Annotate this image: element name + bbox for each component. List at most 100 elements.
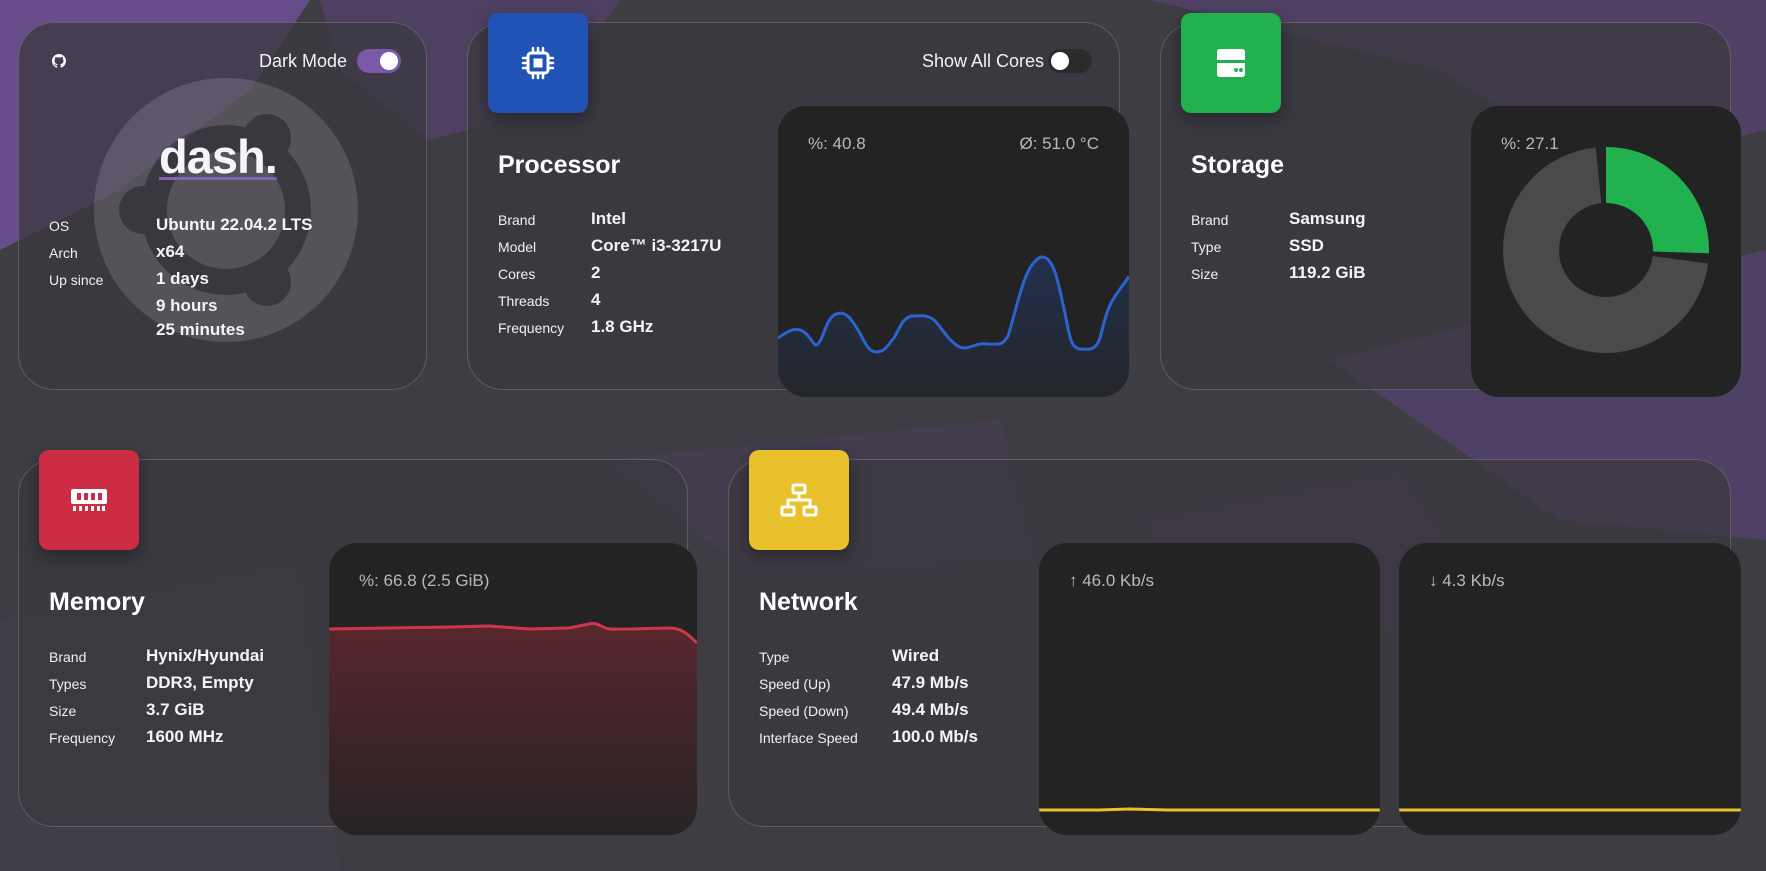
info-row-cores: Cores 2 <box>498 263 721 290</box>
info-row-size: Size 3.7 GiB <box>49 700 264 727</box>
ram-icon <box>71 489 107 511</box>
info-value: 2 <box>591 263 601 282</box>
uptime-minutes-value: 25 minutes <box>156 320 245 339</box>
dash-info: OS Ubuntu 22.04.2 LTS Arch x64 Up since 1 d… <box>49 215 313 347</box>
info-label: Size <box>49 703 77 719</box>
info-row-brand: Brand Intel <box>498 209 721 236</box>
info-label: Size <box>1191 266 1219 282</box>
network-info: Type Wired Speed (Up) 47.9 Mb/s Speed (Dow… <box>759 646 978 754</box>
info-row-arch: Arch x64 <box>49 242 313 269</box>
info-value: 3.7 GiB <box>146 700 205 719</box>
info-label: Interface Speed <box>759 730 858 746</box>
info-value: DDR3, Empty <box>146 673 254 692</box>
info-label: Model <box>498 239 537 255</box>
download-line-graph <box>1399 808 1741 812</box>
uptime-minutes: 25 minutes <box>49 320 313 347</box>
cpu-line-graph <box>778 255 1129 397</box>
storage-donut <box>1503 147 1709 353</box>
info-row-speed-up: Speed (Up) 47.9 Mb/s <box>759 673 978 700</box>
info-row-brand: Brand Samsung <box>1191 209 1366 236</box>
processor-icon-tile <box>488 13 588 113</box>
info-label: Arch <box>49 245 78 261</box>
toggle-knob <box>380 52 398 70</box>
info-row-speed-down: Speed (Down) 49.4 Mb/s <box>759 700 978 727</box>
info-value: 47.9 Mb/s <box>892 673 969 692</box>
memory-usage-chart: %: 66.8 (2.5 GiB) <box>329 543 697 835</box>
info-value: Hynix/Hyundai <box>146 646 265 665</box>
upload-line-graph <box>1039 807 1380 812</box>
memory-info: Brand Hynix/Hyundai Types DDR3, Empty Size… <box>49 646 264 754</box>
info-label: Brand <box>1191 212 1229 228</box>
info-row-size: Size 119.2 GiB <box>1191 263 1366 290</box>
info-value: SSD <box>1289 236 1324 255</box>
network-download-chart: ↓ 4.3 Kb/s <box>1399 543 1741 835</box>
info-value: Ubuntu 22.04.2 LTS <box>156 215 313 234</box>
upload-line <box>1039 807 1380 812</box>
info-value: 119.2 GiB <box>1289 263 1366 282</box>
info-row-threads: Threads 4 <box>498 290 721 317</box>
cpu-icon <box>521 46 555 80</box>
cpu-line-area <box>778 256 1129 397</box>
info-value: 100.0 Mb/s <box>892 727 978 746</box>
show-all-cores-label: Show All Cores <box>922 51 1045 71</box>
info-label: Frequency <box>498 320 565 336</box>
info-row-types: Types DDR3, Empty <box>49 673 264 700</box>
info-row-model: Model Core™ i3-3217U <box>498 236 721 263</box>
info-value: 49.4 Mb/s <box>892 700 969 719</box>
drive-icon <box>1217 49 1245 77</box>
uptime-hours-value: 9 hours <box>156 296 218 315</box>
info-value: 1 days <box>156 269 209 288</box>
info-value: Wired <box>892 646 940 665</box>
info-label: Cores <box>498 266 536 282</box>
info-row-type: Type SSD <box>1191 236 1366 263</box>
memory-icon-tile <box>39 450 139 550</box>
info-label: Speed (Down) <box>759 703 849 719</box>
info-row-os: OS Ubuntu 22.04.2 LTS <box>49 215 313 242</box>
info-row-uptime: Up since 1 days <box>49 269 313 296</box>
storage-info: Brand Samsung Type SSD Size 119.2 GiB <box>1191 209 1366 290</box>
info-value: Samsung <box>1289 209 1366 228</box>
info-label: Up since <box>49 272 104 288</box>
info-value: Core™ i3-3217U <box>591 236 722 255</box>
storage-usage-chart: %: 27.1 <box>1471 106 1741 397</box>
info-label: Threads <box>498 293 550 309</box>
info-row-frequency: Frequency 1.8 GHz <box>498 317 721 344</box>
storage-title: Storage <box>1191 151 1285 179</box>
info-label: Speed (Up) <box>759 676 831 692</box>
info-value: 1600 MHz <box>146 727 224 746</box>
dash-card: Dark Mode dash. OS Ubuntu 22.04.2 LTS Arc… <box>18 22 427 390</box>
memory-title: Memory <box>49 588 145 616</box>
uptime-hours: 9 hours <box>49 296 313 320</box>
github-icon[interactable] <box>52 54 66 68</box>
info-label: OS <box>49 218 70 234</box>
info-label: Brand <box>498 212 536 228</box>
info-label: Brand <box>49 649 87 665</box>
info-row-type: Type Wired <box>759 646 978 673</box>
processor-title: Processor <box>498 151 621 179</box>
info-value: x64 <box>156 242 185 261</box>
info-row-brand: Brand Hynix/Hyundai <box>49 646 264 673</box>
show-all-cores-toggle[interactable] <box>1048 49 1092 73</box>
info-value: 4 <box>591 290 601 309</box>
network-icon-tile <box>749 450 849 550</box>
memory-area-graph <box>329 621 697 835</box>
toggle-knob <box>1051 52 1069 70</box>
network-title: Network <box>759 588 858 616</box>
memory-area-fill <box>329 623 697 835</box>
info-value: Intel <box>591 209 626 228</box>
info-label: Frequency <box>49 730 116 746</box>
network-icon <box>780 483 818 517</box>
info-label: Types <box>49 676 87 692</box>
cpu-usage-chart: %: 40.8 Ø: 51.0 °C <box>778 106 1129 397</box>
info-row-frequency: Frequency 1600 MHz <box>49 727 264 754</box>
dark-mode-label: Dark Mode <box>259 51 348 71</box>
processor-info: Brand Intel Model Core™ i3-3217U Cores 2 Th… <box>498 209 721 344</box>
storage-used-segment <box>1606 147 1709 254</box>
dash-logo: dash. <box>159 130 278 183</box>
network-upload-chart: ↑ 46.0 Kb/s <box>1039 543 1380 835</box>
info-row-interface-speed: Interface Speed 100.0 Mb/s <box>759 727 978 754</box>
info-label: Type <box>759 649 790 665</box>
info-value: 1.8 GHz <box>591 317 654 336</box>
dark-mode-toggle[interactable] <box>357 49 401 73</box>
info-label: Type <box>1191 239 1222 255</box>
